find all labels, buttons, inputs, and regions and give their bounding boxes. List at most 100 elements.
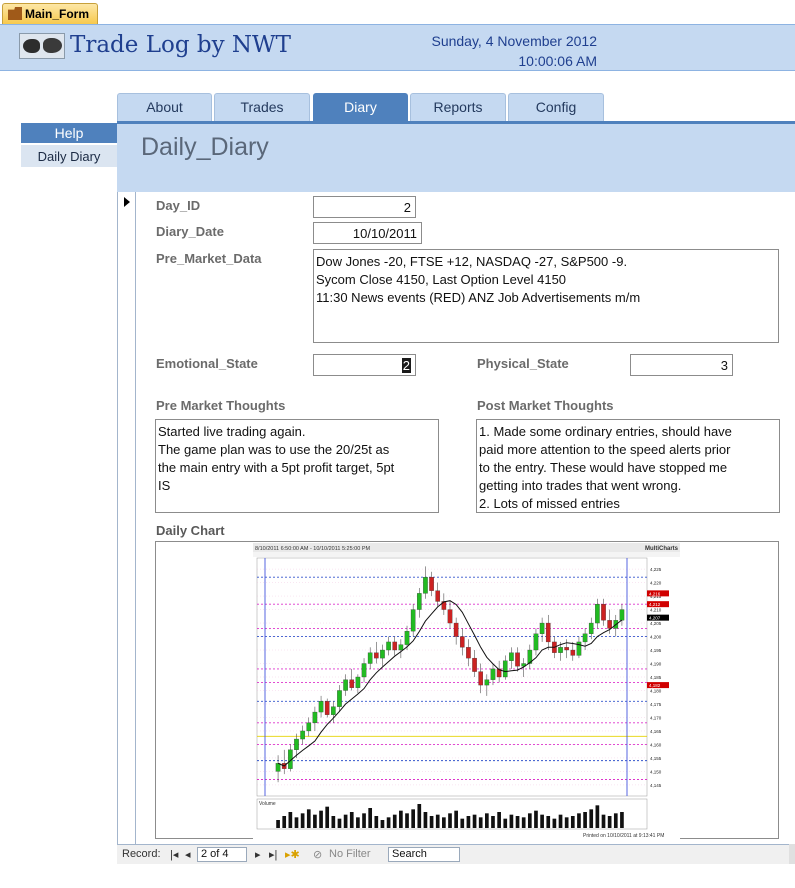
tab-diary[interactable]: Diary [313, 93, 408, 121]
price-tick-label: 4,210 [650, 608, 662, 613]
emotional-state-value: 2 [401, 358, 411, 373]
volume-bar [491, 816, 495, 828]
candle-up [533, 633, 539, 651]
candle-down [466, 647, 471, 659]
search-input[interactable]: Search [388, 847, 460, 862]
candle-up [275, 763, 281, 772]
price-tick-label: 4,205 [650, 621, 662, 626]
tab-reports[interactable]: Reports [410, 93, 506, 121]
bull-figure [43, 38, 62, 53]
candle-up [318, 701, 324, 713]
candle-down [392, 641, 398, 651]
candle-up [410, 609, 416, 632]
header-date: Sunday, 4 November 2012 [431, 33, 597, 49]
volume-bar [374, 816, 379, 828]
candle-down [429, 577, 434, 591]
previous-record-icon[interactable]: ◂ [185, 848, 191, 861]
form-bottom-area [0, 864, 795, 888]
volume-bar [423, 812, 428, 828]
candle-down [435, 590, 441, 602]
diary-date-label: Diary_Date [156, 224, 224, 239]
candle-down [515, 652, 520, 667]
volume-bar [313, 814, 317, 828]
price-tick-label: 4,225 [650, 567, 662, 572]
last-record-icon[interactable]: ▸| [269, 848, 277, 861]
volume-bar [300, 813, 305, 828]
tab-trades[interactable]: Trades [214, 93, 310, 121]
price-tag-label: 4,216 [649, 591, 661, 596]
candle-down [453, 622, 459, 637]
candle-up [416, 593, 422, 610]
post-market-thoughts-line: 2. Lots of missed entries [479, 496, 620, 511]
tab-about[interactable]: About [117, 93, 212, 121]
app-title: Trade Log by NWT [70, 32, 291, 58]
diary-date-field[interactable]: 10/10/2011 [313, 222, 422, 244]
volume-bar [534, 810, 538, 828]
volume-bar [577, 813, 581, 828]
help-button[interactable]: Help [21, 123, 117, 143]
horizontal-scrollbar[interactable] [789, 844, 795, 864]
candle-up [539, 622, 545, 634]
day-id-field[interactable]: 2 [313, 196, 416, 218]
price-tag-label: 4,182 [649, 683, 661, 688]
price-tick-label: 4,175 [650, 702, 662, 707]
pre-market-data-line: 11:30 News events (RED) ANZ Job Advertis… [316, 290, 641, 305]
price-tag-label: 4,212 [649, 602, 661, 607]
record-position-input[interactable]: 2 of 4 [197, 847, 247, 862]
pre-market-data-field[interactable]: Dow Jones -20, FTSE +12, NASDAQ -27, S&P… [313, 249, 779, 343]
post-market-thoughts-label: Post Market Thoughts [477, 398, 614, 413]
candle-down [447, 609, 453, 624]
pre-market-thoughts-field[interactable]: Started live trading again. The game pla… [155, 419, 439, 513]
daily-chart-label: Daily Chart [156, 523, 225, 538]
bear-figure [23, 39, 40, 53]
candle-up [619, 609, 625, 621]
no-filter-button[interactable]: No Filter [329, 848, 371, 860]
chart-brand: MultiCharts [645, 546, 679, 552]
volume-bar [454, 810, 458, 828]
day-id-label: Day_ID [156, 198, 201, 213]
volume-bar [485, 813, 489, 828]
volume-bar [325, 806, 330, 828]
candle-up [502, 660, 508, 678]
main-form-tab[interactable]: Main_Form [2, 3, 98, 24]
emotional-state-field[interactable]: 2 [313, 354, 416, 376]
form-icon [8, 7, 22, 20]
candle-down [349, 679, 355, 688]
volume-bar [509, 814, 514, 828]
volume-bar [466, 816, 471, 828]
pre-market-data-label: Pre_Market_Data [156, 251, 262, 266]
candle-up [343, 679, 348, 691]
volume-bar [564, 817, 569, 828]
post-market-thoughts-field[interactable]: 1. Made some ordinary entries, should ha… [476, 419, 780, 513]
candle-up [361, 663, 367, 678]
volume-bar [583, 812, 587, 828]
next-record-icon[interactable]: ▸ [255, 848, 261, 861]
subform-title: Daily_Diary [141, 133, 269, 161]
pre-market-thoughts-line: the main entry with a 5pt profit target,… [158, 460, 395, 475]
tab-config[interactable]: Config [508, 93, 604, 121]
candle-up [398, 644, 404, 651]
volume-bar [448, 813, 452, 828]
volume-bar [399, 810, 403, 828]
volume-bar [478, 817, 483, 828]
volume-bar [362, 813, 366, 828]
volume-bar [435, 814, 440, 828]
candle-up [490, 668, 496, 680]
volume-bar [570, 816, 575, 828]
price-tick-label: 4,165 [650, 729, 662, 734]
volume-bar [411, 809, 415, 828]
record-label: Record: [122, 848, 161, 860]
candle-up [558, 647, 563, 653]
subform-header: Daily_Diary [117, 124, 795, 192]
pre-market-data-line: Dow Jones -20, FTSE +12, NASDAQ -27, S&P… [316, 254, 628, 269]
daily-diary-nav-item[interactable]: Daily Diary [21, 145, 117, 167]
record-selector[interactable] [117, 192, 136, 844]
physical-state-field[interactable]: 3 [630, 354, 733, 376]
volume-bar [282, 816, 287, 828]
candle-up [595, 604, 600, 624]
volume-bar [613, 813, 618, 828]
price-tick-label: 4,200 [650, 635, 662, 640]
volume-bar [620, 812, 624, 828]
new-record-icon[interactable]: ▸✱ [285, 848, 300, 861]
first-record-icon[interactable]: |◂ [170, 848, 178, 861]
